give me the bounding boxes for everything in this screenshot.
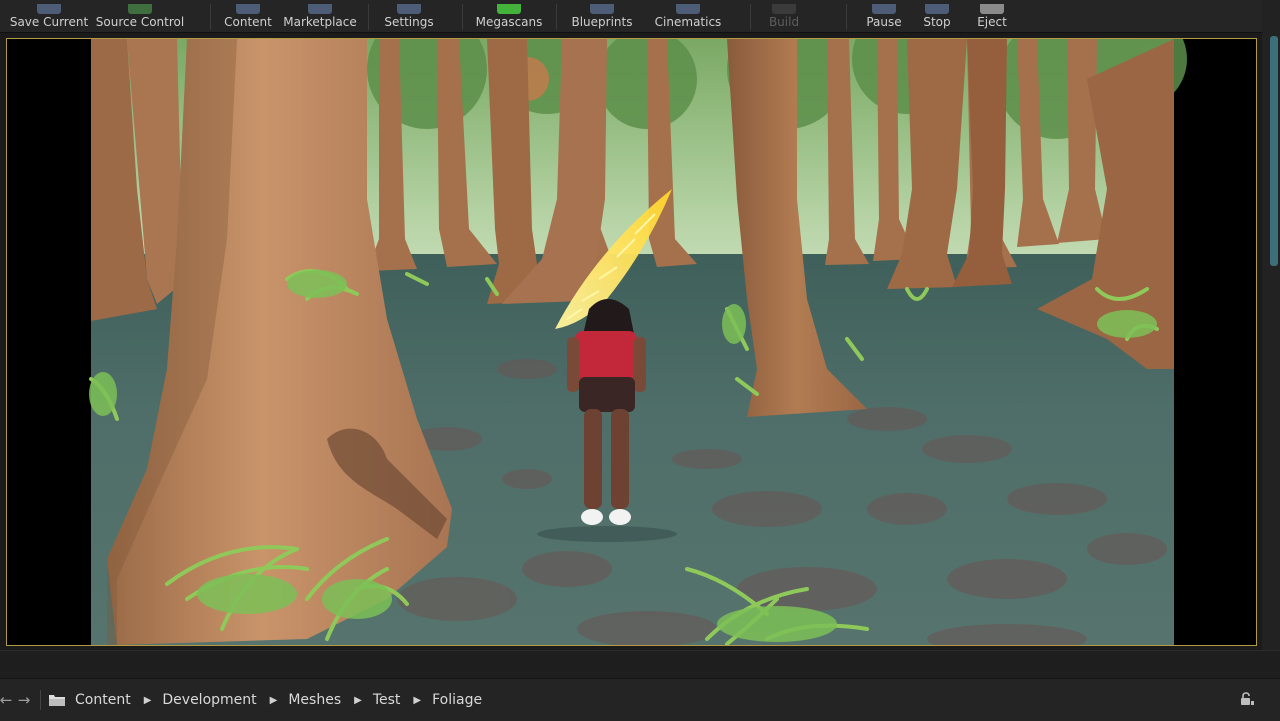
breadcrumb-meshes[interactable]: Meshes	[288, 692, 341, 708]
game-scene[interactable]	[7, 39, 1256, 645]
save-current-button[interactable]: Save Current	[10, 0, 88, 32]
build-button[interactable]: Build	[762, 0, 806, 32]
megascans-icon	[497, 4, 521, 14]
breadcrumb-arrow-icon[interactable]: ▶	[270, 695, 278, 706]
toolbar-separator	[210, 4, 211, 30]
toolbar-separator	[750, 4, 751, 30]
breadcrumb-content[interactable]: Content	[75, 692, 131, 708]
breadcrumb-arrow-icon[interactable]: ▶	[144, 695, 152, 706]
content-button[interactable]: Content	[222, 0, 274, 32]
save-icon	[37, 4, 61, 14]
cinematics-icon	[676, 4, 700, 14]
side-panel-edge	[1262, 0, 1280, 670]
nav-divider	[40, 690, 41, 710]
breadcrumb-arrow-icon[interactable]: ▶	[354, 695, 362, 706]
toolbar-separator	[846, 4, 847, 30]
content-icon	[236, 4, 260, 14]
toolbar-separator	[368, 4, 369, 30]
scrollbar[interactable]	[1270, 36, 1278, 266]
pause-button[interactable]: Pause	[862, 0, 906, 32]
pause-icon	[872, 4, 896, 14]
megascans-button[interactable]: Megascans	[474, 0, 544, 32]
blueprints-button[interactable]: Blueprints	[570, 0, 634, 32]
breadcrumb-test[interactable]: Test	[373, 692, 401, 708]
settings-icon	[397, 4, 421, 14]
source-control-button[interactable]: Source Control	[96, 0, 184, 32]
main-toolbar: Save Current Source Control Content Mark…	[0, 0, 1280, 33]
panel-divider	[0, 650, 1280, 679]
eject-icon	[980, 4, 1004, 14]
breadcrumb-arrow-icon[interactable]: ▶	[413, 695, 421, 706]
marketplace-button[interactable]: Marketplace	[283, 0, 357, 32]
blueprints-icon	[590, 4, 614, 14]
forward-arrow-icon[interactable]: →	[16, 691, 32, 709]
back-arrow-icon[interactable]: ←	[0, 691, 14, 709]
stop-button[interactable]: Stop	[918, 0, 956, 32]
toolbar-separator	[556, 4, 557, 30]
source-control-icon	[128, 4, 152, 14]
eject-button[interactable]: Eject	[972, 0, 1012, 32]
breadcrumb-development[interactable]: Development	[162, 692, 256, 708]
level-viewport[interactable]	[6, 38, 1257, 646]
stop-icon	[925, 4, 949, 14]
folder-icon	[49, 695, 65, 706]
lock-icon[interactable]	[1240, 692, 1254, 706]
toolbar-separator	[462, 4, 463, 30]
cinematics-button[interactable]: Cinematics	[652, 0, 724, 32]
build-icon	[772, 4, 796, 14]
content-browser-path-bar: ← → Content ▶ Development ▶ Meshes ▶ Tes…	[0, 678, 1280, 721]
breadcrumb-foliage[interactable]: Foliage	[432, 692, 482, 708]
settings-button[interactable]: Settings	[382, 0, 436, 32]
marketplace-icon	[308, 4, 332, 14]
